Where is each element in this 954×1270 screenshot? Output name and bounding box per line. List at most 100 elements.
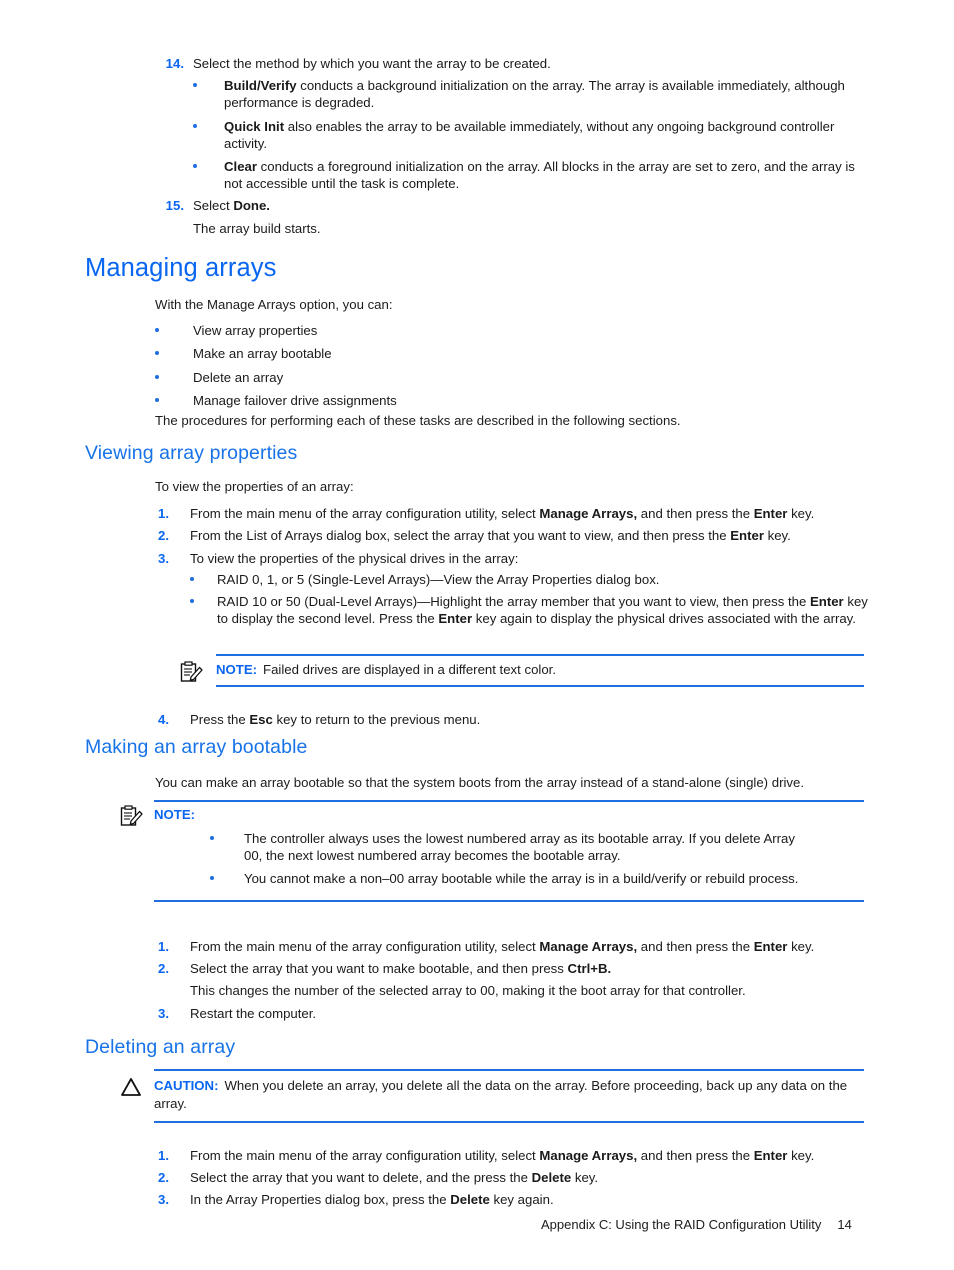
caution-content: CAUTION: When you delete an array, you de…	[154, 1071, 864, 1121]
note-block-failed-drives: NOTE: Failed drives are displayed in a di…	[180, 654, 864, 687]
text-run: key to return to the previous menu.	[272, 712, 481, 727]
step-text: Select Done.	[193, 197, 870, 214]
managing-arrays-closing: The procedures for performing each of th…	[155, 413, 681, 429]
document-page: 14. Select the method by which you want …	[0, 0, 954, 1270]
caution-block-delete-array: CAUTION: When you delete an array, you de…	[121, 1069, 864, 1123]
numbered-step: 14. Select the method by which you want …	[158, 55, 870, 72]
bullet-lead-term: Quick Init	[224, 118, 285, 134]
text-run: Press the	[190, 712, 250, 727]
text-run-bold: Delete	[531, 1170, 572, 1186]
numbered-step: 15. Select Done.	[158, 197, 870, 214]
numbered-step: 3. Restart the computer.	[155, 1005, 870, 1022]
numbered-step: 3. In the Array Properties dialog box, p…	[155, 1191, 870, 1208]
step-number: 2.	[158, 1170, 169, 1186]
text-run: and then press the	[637, 506, 754, 522]
numbered-step: 4. Press the Esc key to return to the pr…	[155, 711, 870, 728]
note-rule-bottom	[216, 685, 864, 687]
section-heading-managing-arrays: Managing arrays	[85, 254, 277, 282]
list-item-text: Manage failover drive assignments	[193, 392, 397, 408]
note-label: NOTE:	[154, 807, 196, 822]
note-content: NOTE: Failed drives are displayed in a di…	[216, 656, 864, 685]
step-text: Select the array that you want to delete…	[190, 1169, 870, 1186]
section-heading-deleting-an-array: Deleting an array	[85, 1036, 236, 1058]
step-text: Select the method by which you want the …	[193, 56, 551, 71]
caution-label: CAUTION:	[154, 1078, 219, 1093]
step-text: In the Array Properties dialog box, pres…	[190, 1191, 870, 1208]
list-item: Clear conducts a foreground initializati…	[158, 158, 870, 192]
step-number: 1.	[158, 939, 169, 954]
note-label: NOTE:	[216, 662, 258, 677]
step-text: Press the Esc key to return to the previ…	[190, 711, 870, 728]
step-text: From the main menu of the array configur…	[190, 505, 870, 522]
step-text: To view the properties of the physical d…	[190, 550, 519, 566]
text-run: From the List of Arrays dialog box, sele…	[190, 528, 731, 544]
footer-text: Appendix C: Using the RAID Configuration…	[541, 1217, 822, 1232]
list-item-text: The controller always uses the lowest nu…	[244, 831, 795, 864]
step-number: 2.	[158, 961, 169, 977]
bullet-dot-icon	[193, 77, 219, 94]
list-item: Manage failover drive assignments	[155, 392, 870, 409]
bullet-dot-icon	[210, 870, 230, 887]
step-text: Restart the computer.	[190, 1005, 317, 1021]
managing-arrays-intro: With the Manage Arrays option, you can:	[155, 297, 393, 312]
step-2-followup: This changes the number of the selected …	[190, 983, 746, 999]
step-number: 1.	[158, 1148, 169, 1163]
list-item-text: RAID 0, 1, or 5 (Single-Level Arrays)—Vi…	[217, 571, 660, 587]
text-run-bold: Ctrl+B.	[567, 961, 612, 977]
text-run: RAID 10 or 50 (Dual-Level Arrays)—Highli…	[217, 594, 810, 610]
text-run-bold: Enter	[730, 528, 764, 544]
text-run-bold: Delete	[450, 1192, 490, 1208]
text-run-bold: Enter	[438, 611, 473, 627]
list-item: RAID 0, 1, or 5 (Single-Level Arrays)—Vi…	[155, 571, 870, 588]
managing-arrays-body: With the Manage Arrays option, you can: …	[155, 296, 870, 429]
section-heading-making-array-bootable: Making an array bootable	[85, 736, 308, 758]
bullet-dot-icon	[190, 593, 211, 610]
bullet-dot-icon	[193, 118, 219, 135]
step-number: 14.	[165, 56, 184, 71]
list-item-text: View array properties	[193, 323, 318, 339]
text-run: In the Array Properties dialog box, pres…	[190, 1192, 451, 1208]
step-14-block: 14. Select the method by which you want …	[158, 55, 870, 237]
viewing-intro: To view the properties of an array:	[155, 479, 354, 494]
text-run: From the main menu of the array configur…	[190, 506, 540, 522]
bullet-dot-icon	[193, 158, 219, 175]
bullet-dot-icon	[190, 571, 211, 588]
note-block-bootable-rules: NOTE: The controller always uses the low…	[120, 800, 864, 902]
list-item: Build/Verify conducts a background initi…	[158, 77, 870, 111]
note-text: Failed drives are displayed in a differe…	[263, 662, 557, 677]
step-number: 3.	[158, 1005, 169, 1021]
text-run: key again to display the physical drives…	[472, 611, 856, 627]
step-number: 1.	[158, 506, 169, 522]
note-clipboard-icon	[180, 661, 203, 682]
step-number: 3.	[158, 1192, 169, 1208]
bullet-rest-text: conducts a background initialization on …	[224, 78, 845, 111]
list-item-text: Delete an array	[193, 369, 284, 385]
step-number: 4.	[158, 712, 169, 727]
text-run: and then press the	[637, 939, 754, 954]
numbered-step: 1. From the main menu of the array confi…	[155, 505, 870, 522]
text-run-bold: Manage Arrays,	[539, 506, 638, 522]
text-run-bold: Enter	[753, 506, 788, 522]
step-text: From the main menu of the array configur…	[190, 938, 870, 955]
text-run-bold: Esc	[249, 712, 273, 727]
numbered-step: 3. To view the properties of the physica…	[155, 550, 870, 567]
page-footer: Appendix C: Using the RAID Configuration…	[541, 1216, 852, 1233]
step-text: From the List of Arrays dialog box, sele…	[190, 527, 870, 544]
text-run-bold: Manage Arrays,	[539, 1148, 638, 1163]
list-item: Delete an array	[155, 369, 870, 386]
step-text: From the main menu of the array configur…	[190, 1147, 870, 1164]
numbered-step: 2. Select the array that you want to mak…	[155, 960, 870, 977]
viewing-step-4-block: 4. Press the Esc key to return to the pr…	[155, 711, 870, 730]
list-item-text: Make an array bootable	[193, 346, 332, 362]
viewing-steps: 1. From the main menu of the array confi…	[155, 505, 870, 567]
step-text-prefix: Select	[193, 198, 234, 214]
caution-text: When you delete an array, you delete all…	[154, 1078, 848, 1111]
bullet-rest-text: conducts a foreground initialization on …	[224, 159, 855, 192]
footer-page-number: 14	[837, 1217, 852, 1232]
text-run: key.	[787, 939, 815, 954]
list-item-text: Clear conducts a foreground initializati…	[224, 158, 870, 192]
numbered-step: 1. From the main menu of the array confi…	[155, 1147, 870, 1164]
step-14-bullets: Build/Verify conducts a background initi…	[158, 77, 870, 192]
caution-triangle-icon	[121, 1078, 141, 1096]
step-number: 15.	[165, 198, 184, 214]
